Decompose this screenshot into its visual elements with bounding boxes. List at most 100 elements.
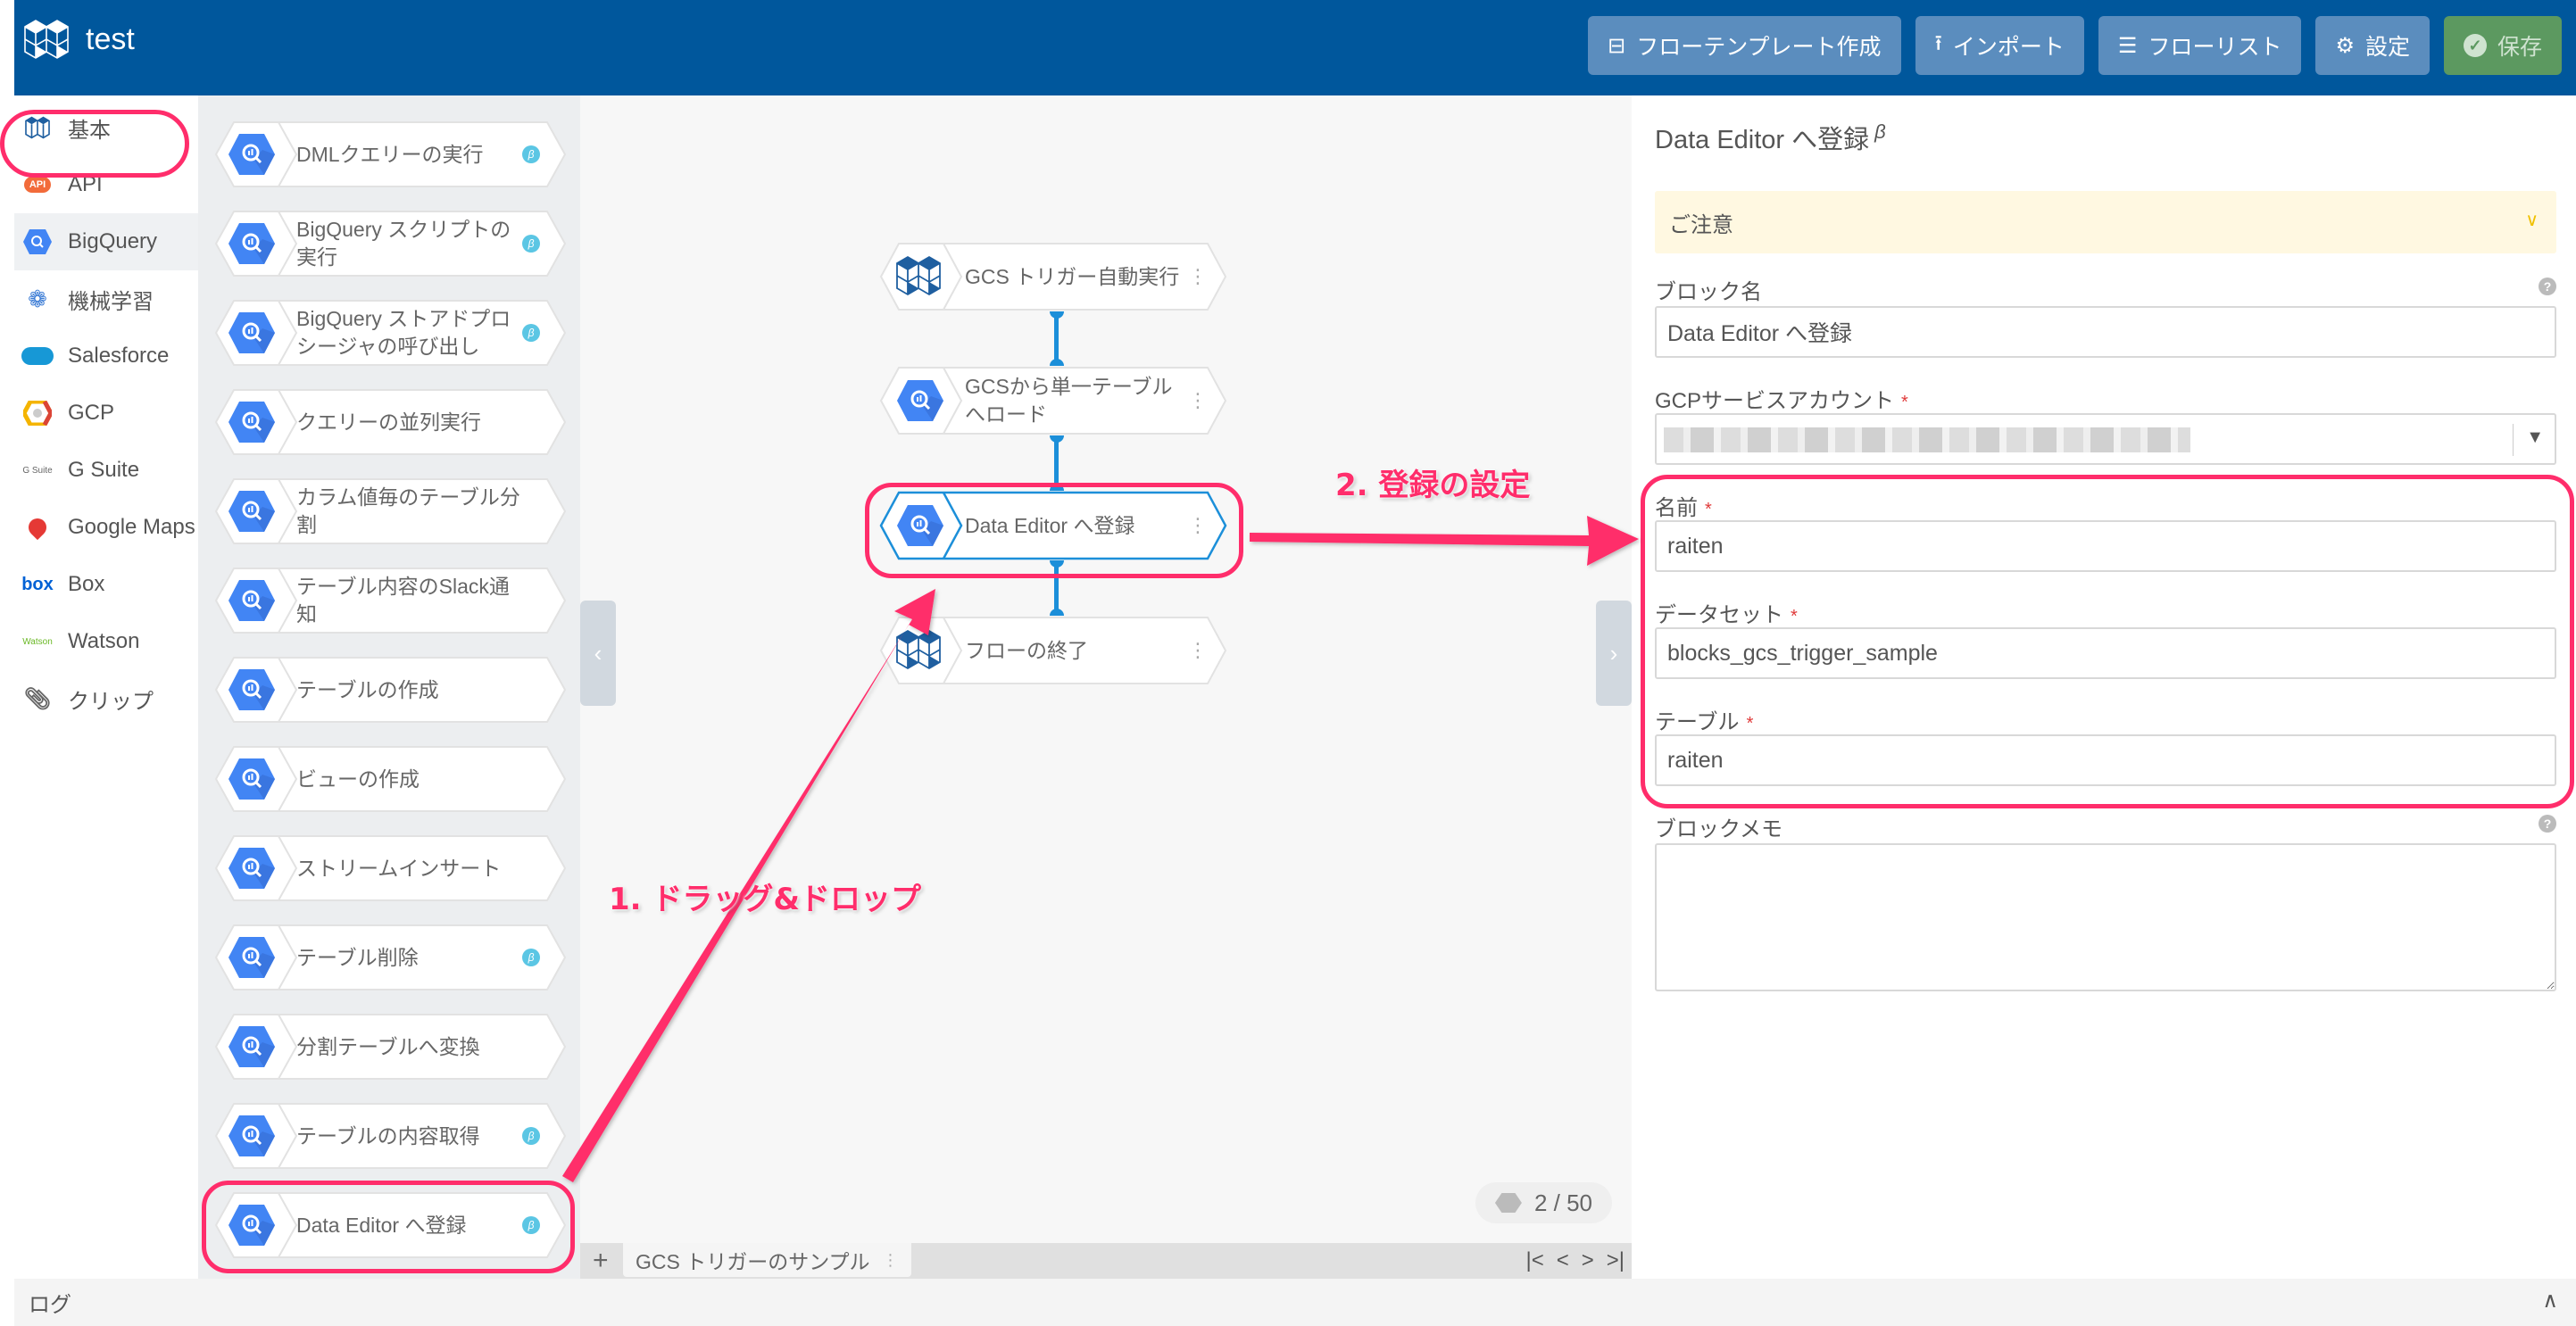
- import-button[interactable]: ⭱ インポート: [1915, 16, 2084, 75]
- palette-block[interactable]: カラム値毎のテーブル分割: [214, 477, 567, 545]
- palette-block[interactable]: テーブル内容のSlack通知: [214, 567, 567, 634]
- chevron-down-icon: ∨: [2525, 211, 2539, 230]
- flow-canvas[interactable]: ‹ › 2 / 50 GCS トリガー自動実行 ⋮ GCSから単一テーブルへロード…: [580, 95, 1632, 1243]
- palette-block[interactable]: Data Editor へ登録 β: [214, 1191, 567, 1259]
- palette-block[interactable]: テーブルの作成: [214, 656, 567, 724]
- api-cloud-icon: API: [20, 171, 55, 198]
- category-bigquery[interactable]: BigQuery: [14, 213, 198, 270]
- log-bar[interactable]: ログ ∧: [14, 1279, 2576, 1326]
- prev-tab-button[interactable]: <: [1557, 1248, 1569, 1273]
- category-label: Salesforce: [68, 344, 170, 368]
- beta-badge: β: [522, 1216, 540, 1234]
- last-tab-button[interactable]: >|: [1607, 1248, 1625, 1273]
- palette-block-label: Data Editor へ登録: [296, 1213, 467, 1237]
- block-memo-textarea[interactable]: [1655, 843, 2556, 991]
- category-machine-learning[interactable]: ❁ 機械学習: [14, 270, 198, 327]
- category-label: Google Maps: [68, 515, 195, 539]
- create-flow-template-button[interactable]: ⊟ フローテンプレート作成: [1588, 16, 1901, 75]
- palette-block[interactable]: ビューの作成: [214, 745, 567, 813]
- palette-block[interactable]: ストリームインサート: [214, 834, 567, 902]
- block-memo-label: ブロックメモ: [1655, 811, 1782, 842]
- collapse-palette-handle[interactable]: ‹: [580, 601, 616, 706]
- chevron-up-icon[interactable]: ∧: [2542, 1288, 2558, 1314]
- palette-block[interactable]: テーブル削除 β: [214, 924, 567, 991]
- bigquery-icon: [229, 580, 275, 621]
- category-gsuite[interactable]: G Suite G Suite: [14, 442, 198, 499]
- name-label: 名前 *: [1655, 490, 1712, 521]
- palette-block-label: テーブル内容のSlack通知: [296, 575, 510, 626]
- name-input[interactable]: [1655, 520, 2556, 572]
- service-account-select[interactable]: ▼: [1655, 413, 2556, 465]
- label-text: ブロック名: [1655, 280, 1762, 304]
- connector-port: [1050, 435, 1064, 443]
- save-label: 保存: [2497, 35, 2542, 60]
- palette-block[interactable]: クエリーの並列実行: [214, 388, 567, 456]
- kebab-menu-icon[interactable]: ⋮: [1188, 387, 1208, 414]
- bigquery-icon: [229, 1205, 275, 1246]
- flow-list-button[interactable]: ☰ フローリスト: [2098, 16, 2302, 75]
- hexagon-icon: [1494, 1193, 1522, 1213]
- add-tab-button[interactable]: +: [593, 1243, 609, 1279]
- category-basic[interactable]: 基本: [14, 99, 198, 156]
- block-name-input[interactable]: [1655, 306, 2556, 358]
- bigquery-icon: [20, 228, 55, 255]
- kebab-menu-icon[interactable]: ⋮: [1188, 512, 1208, 539]
- palette-block[interactable]: BigQuery ストアドプロシージャの呼び出し β: [214, 299, 567, 367]
- table-input[interactable]: [1655, 734, 2556, 786]
- flow-block[interactable]: GCS トリガー自動実行 ⋮: [879, 242, 1227, 311]
- bigquery-icon: [229, 937, 275, 978]
- block-name-label: ブロック名: [1655, 274, 1762, 305]
- category-watson[interactable]: Watson Watson: [14, 613, 198, 670]
- palette-block[interactable]: 分割テーブルへ変換: [214, 1013, 567, 1081]
- palette-block[interactable]: テーブルの内容取得 β: [214, 1102, 567, 1170]
- category-salesforce[interactable]: Salesforce: [14, 327, 198, 385]
- kebab-menu-icon[interactable]: ⋮: [883, 1251, 899, 1270]
- flow-tab[interactable]: GCS トリガーのサンプル ⋮: [623, 1243, 911, 1277]
- box-logo-icon: box: [21, 574, 54, 594]
- category-api[interactable]: API API: [14, 156, 198, 213]
- required-mark: *: [1705, 500, 1712, 519]
- bigquery-icon: [897, 505, 943, 546]
- connector-port: [1050, 560, 1064, 568]
- flow-connector: [1054, 311, 1059, 366]
- bigquery-icon: [229, 402, 275, 443]
- beta-badge: β: [522, 1127, 540, 1145]
- first-tab-button[interactable]: |<: [1525, 1248, 1543, 1273]
- collapse-panel-handle[interactable]: ›: [1596, 601, 1632, 706]
- beta-mark: β: [1874, 120, 1886, 144]
- palette-block-label: テーブルの作成: [296, 677, 439, 701]
- template-icon: ⊟: [1608, 33, 1626, 58]
- dataset-input[interactable]: [1655, 627, 2556, 679]
- save-button[interactable]: ✓ 保存: [2443, 16, 2562, 75]
- category-gcp[interactable]: GCP: [14, 385, 198, 442]
- flow-block[interactable]: GCSから単一テーブルへロード ⋮: [879, 366, 1227, 435]
- flow-block[interactable]: フローの終了 ⋮: [879, 616, 1227, 685]
- bigquery-icon: [897, 380, 943, 421]
- log-label: ログ: [29, 1293, 71, 1317]
- required-mark: *: [1901, 393, 1908, 412]
- connector-port: [1050, 311, 1064, 319]
- category-label: クリップ: [68, 689, 154, 714]
- help-icon[interactable]: ?: [2539, 278, 2556, 295]
- category-google-maps[interactable]: Google Maps: [14, 499, 198, 556]
- flow-connector: [1054, 435, 1059, 491]
- next-tab-button[interactable]: >: [1582, 1248, 1594, 1273]
- panel-title: Data Editor へ登録 β: [1655, 119, 1886, 156]
- label-text: 名前: [1655, 496, 1698, 520]
- connector-port: [1050, 484, 1064, 491]
- palette-block[interactable]: DMLクエリーの実行 β: [214, 120, 567, 188]
- connector-port: [1050, 359, 1064, 366]
- category-label: GCP: [68, 401, 115, 425]
- brain-icon: ❁: [28, 285, 47, 312]
- kebab-menu-icon[interactable]: ⋮: [1188, 637, 1208, 664]
- category-clip[interactable]: 📎︎ クリップ: [14, 670, 198, 727]
- palette-block[interactable]: BigQuery スクリプトの実行 β: [214, 210, 567, 278]
- blocks-logo-icon: [896, 255, 941, 296]
- category-box[interactable]: box Box: [14, 556, 198, 613]
- gcp-hexagon-icon: [20, 400, 55, 427]
- flow-block[interactable]: Data Editor へ登録 ⋮: [879, 491, 1227, 560]
- notice-accordion[interactable]: ご注意 ∨: [1655, 191, 2556, 253]
- help-icon[interactable]: ?: [2539, 815, 2556, 833]
- settings-button[interactable]: ⚙ 設定: [2315, 16, 2430, 75]
- kebab-menu-icon[interactable]: ⋮: [1188, 263, 1208, 290]
